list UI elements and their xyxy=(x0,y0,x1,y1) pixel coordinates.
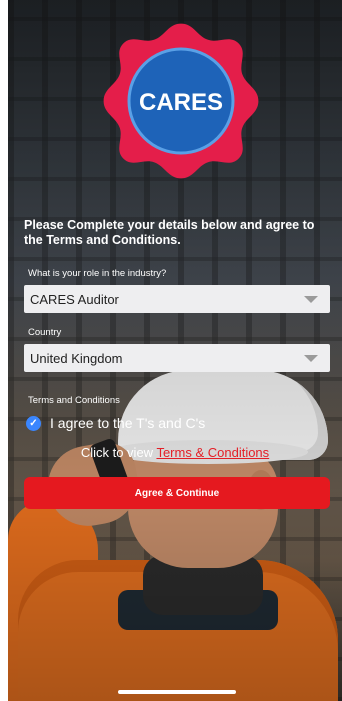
country-select[interactable]: United Kingdom xyxy=(24,344,330,372)
country-value: United Kingdom xyxy=(30,350,123,366)
home-indicator xyxy=(118,690,236,694)
logo-text: CARES xyxy=(139,89,223,116)
role-label: What is your role in the industry? xyxy=(28,268,167,279)
terms-section-label: Terms and Conditions xyxy=(28,395,120,406)
country-label: Country xyxy=(28,327,62,338)
terms-link[interactable]: Terms & Conditions xyxy=(156,445,269,460)
terms-checkbox-row[interactable]: ✓ I agree to the T's and C's xyxy=(26,415,205,431)
view-terms-prefix: Click to view xyxy=(80,445,157,460)
role-select[interactable]: CARES Auditor xyxy=(24,285,330,313)
chevron-down-icon xyxy=(304,295,318,303)
signup-screen: CARES Please Complete your details below… xyxy=(8,0,342,701)
agree-continue-button[interactable]: Agree & Continue xyxy=(24,477,330,509)
chevron-down-icon xyxy=(304,354,318,362)
checkbox-checked-icon[interactable]: ✓ xyxy=(26,415,41,431)
page-heading: Please Complete your details below and a… xyxy=(24,218,315,247)
view-terms-row: Click to view Terms & Conditions xyxy=(8,445,342,460)
cares-logo: CARES xyxy=(103,23,259,179)
terms-checkbox-label: I agree to the T's and C's xyxy=(50,415,206,431)
role-value: CARES Auditor xyxy=(30,291,119,307)
